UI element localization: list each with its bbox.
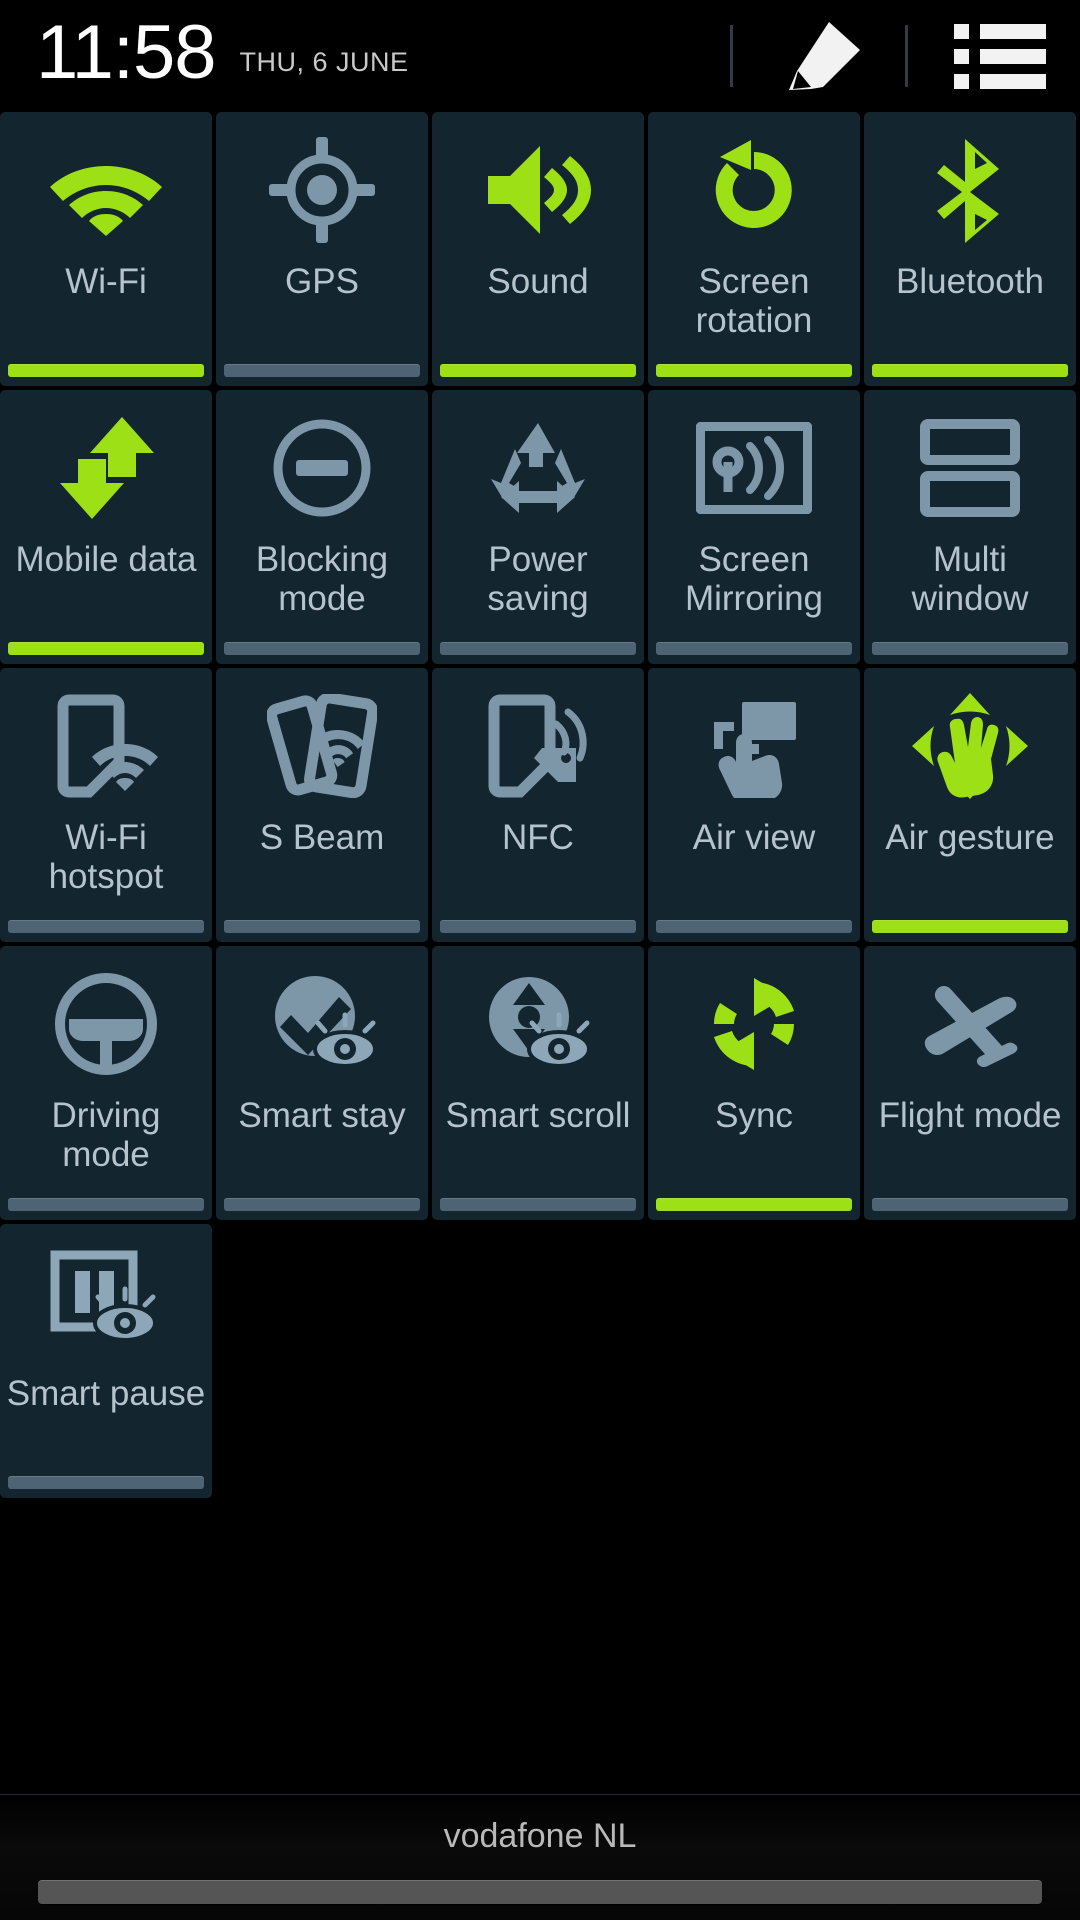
tile-status-bar xyxy=(872,642,1068,655)
status-bar-actions xyxy=(730,0,1080,112)
tile-status-bar xyxy=(8,1198,204,1211)
tile-status-bar xyxy=(8,1476,204,1489)
quick-setting-tile-s-beam[interactable]: S Beam xyxy=(216,668,428,942)
quick-setting-tile-air-view[interactable]: Air view xyxy=(648,668,860,942)
quick-setting-tile-bluetooth[interactable]: Bluetooth xyxy=(864,112,1076,386)
tile-status-bar xyxy=(872,920,1068,933)
tile-status-bar xyxy=(656,1198,852,1211)
tile-status-bar xyxy=(224,1198,420,1211)
tile-status-bar xyxy=(440,920,636,933)
quick-setting-tile-screen-mirroring[interactable]: Screen Mirroring xyxy=(648,390,860,664)
smart-stay-icon xyxy=(216,946,428,1096)
pencil-icon[interactable] xyxy=(777,19,863,93)
quick-setting-tile-air-gesture[interactable]: Air gesture xyxy=(864,668,1076,942)
air-gesture-icon xyxy=(864,668,1076,818)
quick-setting-tile-sync[interactable]: Sync xyxy=(648,946,860,1220)
clock-time: 11:58 xyxy=(36,10,217,95)
quick-setting-tile-multi-window[interactable]: Multi window xyxy=(864,390,1076,664)
sound-icon xyxy=(432,112,644,262)
header-divider-1 xyxy=(730,25,733,87)
quick-setting-tile-nfc[interactable]: NFC xyxy=(432,668,644,942)
header-divider-2 xyxy=(905,25,908,87)
gps-icon xyxy=(216,112,428,262)
quick-setting-tile-driving-mode[interactable]: Driving mode xyxy=(0,946,212,1220)
tile-status-bar xyxy=(656,364,852,377)
tile-status-bar xyxy=(224,364,420,377)
multi-window-icon xyxy=(864,390,1076,540)
tile-status-bar xyxy=(440,364,636,377)
air-view-icon xyxy=(648,668,860,818)
tile-status-bar xyxy=(8,920,204,933)
tile-status-bar xyxy=(656,642,852,655)
date-label: THU, 6 JUNE xyxy=(239,46,409,77)
quick-setting-tile-smart-scroll[interactable]: Smart scroll xyxy=(432,946,644,1220)
screen-mirroring-icon xyxy=(648,390,860,540)
quick-setting-tile-gps[interactable]: GPS xyxy=(216,112,428,386)
panel-drag-handle[interactable] xyxy=(38,1880,1042,1904)
tile-status-bar xyxy=(224,920,420,933)
quick-setting-tile-wi-fi-hotspot[interactable]: Wi-Fi hotspot xyxy=(0,668,212,942)
tile-status-bar xyxy=(224,642,420,655)
tile-status-bar xyxy=(872,364,1068,377)
tile-status-bar xyxy=(8,642,204,655)
sync-icon xyxy=(648,946,860,1096)
tile-status-bar xyxy=(872,1198,1068,1211)
wifi-hotspot-icon xyxy=(0,668,212,818)
mobile-data-icon xyxy=(0,390,212,540)
recycle-icon xyxy=(432,390,644,540)
notification-panel-footer: vodafone NL xyxy=(0,1794,1080,1920)
airplane-icon xyxy=(864,946,1076,1096)
quick-setting-tile-smart-pause[interactable]: Smart pause xyxy=(0,1224,212,1498)
quick-settings-grid: Wi-Fi GPS Sound Screen rotation Bluetoot… xyxy=(0,112,1080,1502)
quick-setting-tile-power-saving[interactable]: Power saving xyxy=(432,390,644,664)
list-icon[interactable] xyxy=(954,20,1046,92)
smart-scroll-icon xyxy=(432,946,644,1096)
quick-setting-tile-flight-mode[interactable]: Flight mode xyxy=(864,946,1076,1220)
bluetooth-icon xyxy=(864,112,1076,262)
quick-setting-tile-mobile-data[interactable]: Mobile data xyxy=(0,390,212,664)
tile-status-bar xyxy=(656,920,852,933)
quick-setting-tile-wi-fi[interactable]: Wi-Fi xyxy=(0,112,212,386)
quick-setting-tile-sound[interactable]: Sound xyxy=(432,112,644,386)
quick-setting-tile-smart-stay[interactable]: Smart stay xyxy=(216,946,428,1220)
tile-status-bar xyxy=(8,364,204,377)
nfc-icon xyxy=(432,668,644,818)
smart-pause-icon xyxy=(0,1224,212,1374)
status-bar: 11:58 THU, 6 JUNE xyxy=(0,0,1080,112)
steering-wheel-icon xyxy=(0,946,212,1096)
wifi-icon xyxy=(0,112,212,262)
s-beam-icon xyxy=(216,668,428,818)
blocking-mode-icon xyxy=(216,390,428,540)
empty-panel-area xyxy=(0,1502,1080,1794)
tile-status-bar xyxy=(440,1198,636,1211)
carrier-label: vodafone NL xyxy=(443,1817,637,1855)
screen-rotation-icon xyxy=(648,112,860,262)
quick-setting-tile-blocking-mode[interactable]: Blocking mode xyxy=(216,390,428,664)
quick-setting-tile-screen-rotation[interactable]: Screen rotation xyxy=(648,112,860,386)
tile-status-bar xyxy=(440,642,636,655)
